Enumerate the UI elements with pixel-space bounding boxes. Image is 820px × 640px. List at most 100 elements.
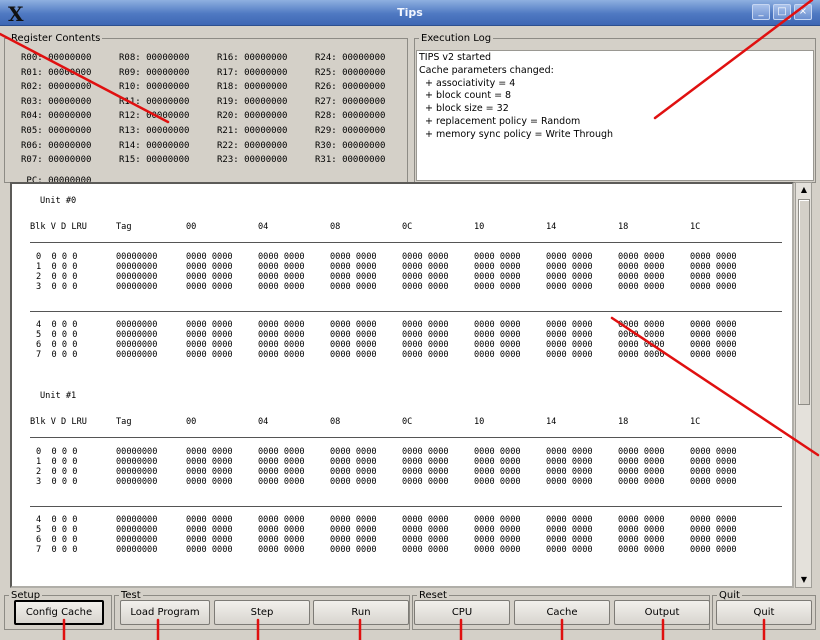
block-word: 0000 0000: [618, 525, 665, 535]
block-word: 0000 0000: [330, 340, 377, 350]
cache-block-row: 0 0 0 0 00000000 0000 0000 0000 0000 0000 00…: [30, 447, 790, 457]
title-bar: X Tips _ □ ×: [0, 0, 820, 26]
cache-column-header: 18: [618, 222, 629, 232]
block-word: 0000 0000: [474, 282, 521, 292]
cache-unit-title: Unit #0: [40, 196, 77, 206]
block-status: 5 0 0 0: [36, 330, 78, 340]
block-status: 2 0 0 0: [36, 272, 78, 282]
block-word: 0000 0000: [546, 282, 593, 292]
log-line: TIPS v2 started: [419, 52, 492, 63]
reset-cpu-button[interactable]: CPU: [414, 600, 510, 625]
maximize-icon[interactable]: □: [773, 4, 791, 20]
run-button[interactable]: Run: [313, 600, 409, 625]
register-value: R01: 00000000: [21, 67, 92, 78]
block-word: 0000 0000: [258, 340, 305, 350]
block-word: 0000 0000: [402, 262, 449, 272]
cache-header-row: Blk V D LRU Tag 00 04 08 0C 10 14 18 1C: [30, 417, 790, 429]
block-word: 0000 0000: [402, 350, 449, 360]
cache-column-header: 10: [474, 222, 485, 232]
register-value: R14: 00000000: [119, 140, 190, 151]
cache-column-header: Blk V D LRU: [30, 222, 87, 232]
register-contents-panel: Register Contents R00: 00000000 R08: 0000…: [4, 33, 408, 186]
block-word: 0000 0000: [618, 447, 665, 457]
block-word: 0000 0000: [690, 525, 737, 535]
block-word: 0000 0000: [330, 545, 377, 555]
register-value: R03: 00000000: [21, 96, 92, 107]
block-word: 0000 0000: [258, 320, 305, 330]
scroll-up-icon[interactable]: ▲: [798, 184, 810, 196]
vertical-scrollbar[interactable]: ▲ ▼: [795, 182, 812, 588]
block-word: 0000 0000: [258, 545, 305, 555]
block-word: 0000 0000: [690, 252, 737, 262]
block-word: 0000 0000: [330, 282, 377, 292]
step-button[interactable]: Step: [214, 600, 310, 625]
register-value: R06: 00000000: [21, 140, 92, 151]
register-value: R24: 00000000: [315, 53, 386, 63]
register-value: R16: 00000000: [217, 53, 288, 63]
block-word: 0000 0000: [402, 252, 449, 262]
block-word: 0000 0000: [546, 330, 593, 340]
block-word: 0000 0000: [402, 340, 449, 350]
block-tag: 00000000: [116, 457, 158, 467]
cache-column-header: 10: [474, 417, 485, 427]
scroll-thumb[interactable]: [798, 199, 810, 405]
block-word: 0000 0000: [690, 477, 737, 487]
block-status: 2 0 0 0: [36, 467, 78, 477]
cache-block-row: 5 0 0 0 00000000 0000 0000 0000 0000 0000 00…: [30, 330, 790, 340]
block-word: 0000 0000: [330, 457, 377, 467]
block-word: 0000 0000: [690, 330, 737, 340]
block-word: 0000 0000: [474, 252, 521, 262]
block-word: 0000 0000: [186, 282, 233, 292]
register-value: R20: 00000000: [217, 111, 288, 122]
log-line: + memory sync policy = Write Through: [419, 128, 614, 140]
block-tag: 00000000: [116, 330, 158, 340]
block-word: 0000 0000: [474, 477, 521, 487]
cache-column-header: 14: [546, 417, 557, 427]
block-word: 0000 0000: [618, 457, 665, 467]
scroll-down-icon[interactable]: ▼: [798, 574, 810, 586]
block-word: 0000 0000: [618, 545, 665, 555]
block-status: 4 0 0 0: [36, 515, 78, 525]
reset-output-button[interactable]: Output: [614, 600, 710, 625]
execution-log-text[interactable]: TIPS v2 started Cache parameters changed:…: [416, 50, 814, 181]
block-word: 0000 0000: [330, 515, 377, 525]
block-word: 0000 0000: [258, 447, 305, 457]
block-tag: 00000000: [116, 515, 158, 525]
block-word: 0000 0000: [402, 457, 449, 467]
close-icon[interactable]: ×: [794, 4, 812, 20]
header-divider: [30, 437, 782, 438]
register-value: R27: 00000000: [315, 96, 386, 107]
block-word: 0000 0000: [618, 262, 665, 272]
block-word: 0000 0000: [546, 477, 593, 487]
block-word: 0000 0000: [546, 320, 593, 330]
block-word: 0000 0000: [402, 330, 449, 340]
reset-cache-button[interactable]: Cache: [514, 600, 610, 625]
block-word: 0000 0000: [402, 545, 449, 555]
quit-button[interactable]: Quit: [716, 600, 812, 625]
block-word: 0000 0000: [618, 330, 665, 340]
block-status: 0 0 0 0: [36, 447, 78, 457]
log-line: + block size = 32: [419, 103, 509, 115]
block-word: 0000 0000: [186, 467, 233, 477]
minimize-icon[interactable]: _: [752, 4, 770, 20]
block-word: 0000 0000: [546, 525, 593, 535]
block-word: 0000 0000: [546, 350, 593, 360]
cache-column-header: Tag: [116, 417, 132, 427]
block-word: 0000 0000: [330, 330, 377, 340]
register-value: R05: 00000000: [21, 125, 92, 136]
config-cache-button[interactable]: Config Cache: [14, 600, 104, 625]
cache-column-header: 0C: [402, 417, 413, 427]
load-program-button[interactable]: Load Program: [120, 600, 210, 625]
block-word: 0000 0000: [546, 457, 593, 467]
cache-block-row: 5 0 0 0 00000000 0000 0000 0000 0000 0000 00…: [30, 525, 790, 535]
cache-contents-view[interactable]: Unit #0 Blk V D LRU Tag 00 04 08 0C 10 14 18 1C 0 0…: [10, 182, 794, 588]
block-word: 0000 0000: [690, 447, 737, 457]
cache-block-row: 3 0 0 0 00000000 0000 0000 0000 0000 0000 00…: [30, 282, 790, 292]
block-word: 0000 0000: [546, 340, 593, 350]
register-value: R13: 00000000: [119, 125, 190, 136]
cache-block-row: 6 0 0 0 00000000 0000 0000 0000 0000 0000 00…: [30, 535, 790, 545]
block-tag: 00000000: [116, 252, 158, 262]
block-word: 0000 0000: [546, 515, 593, 525]
register-value: R23: 00000000: [217, 155, 288, 166]
block-word: 0000 0000: [402, 535, 449, 545]
